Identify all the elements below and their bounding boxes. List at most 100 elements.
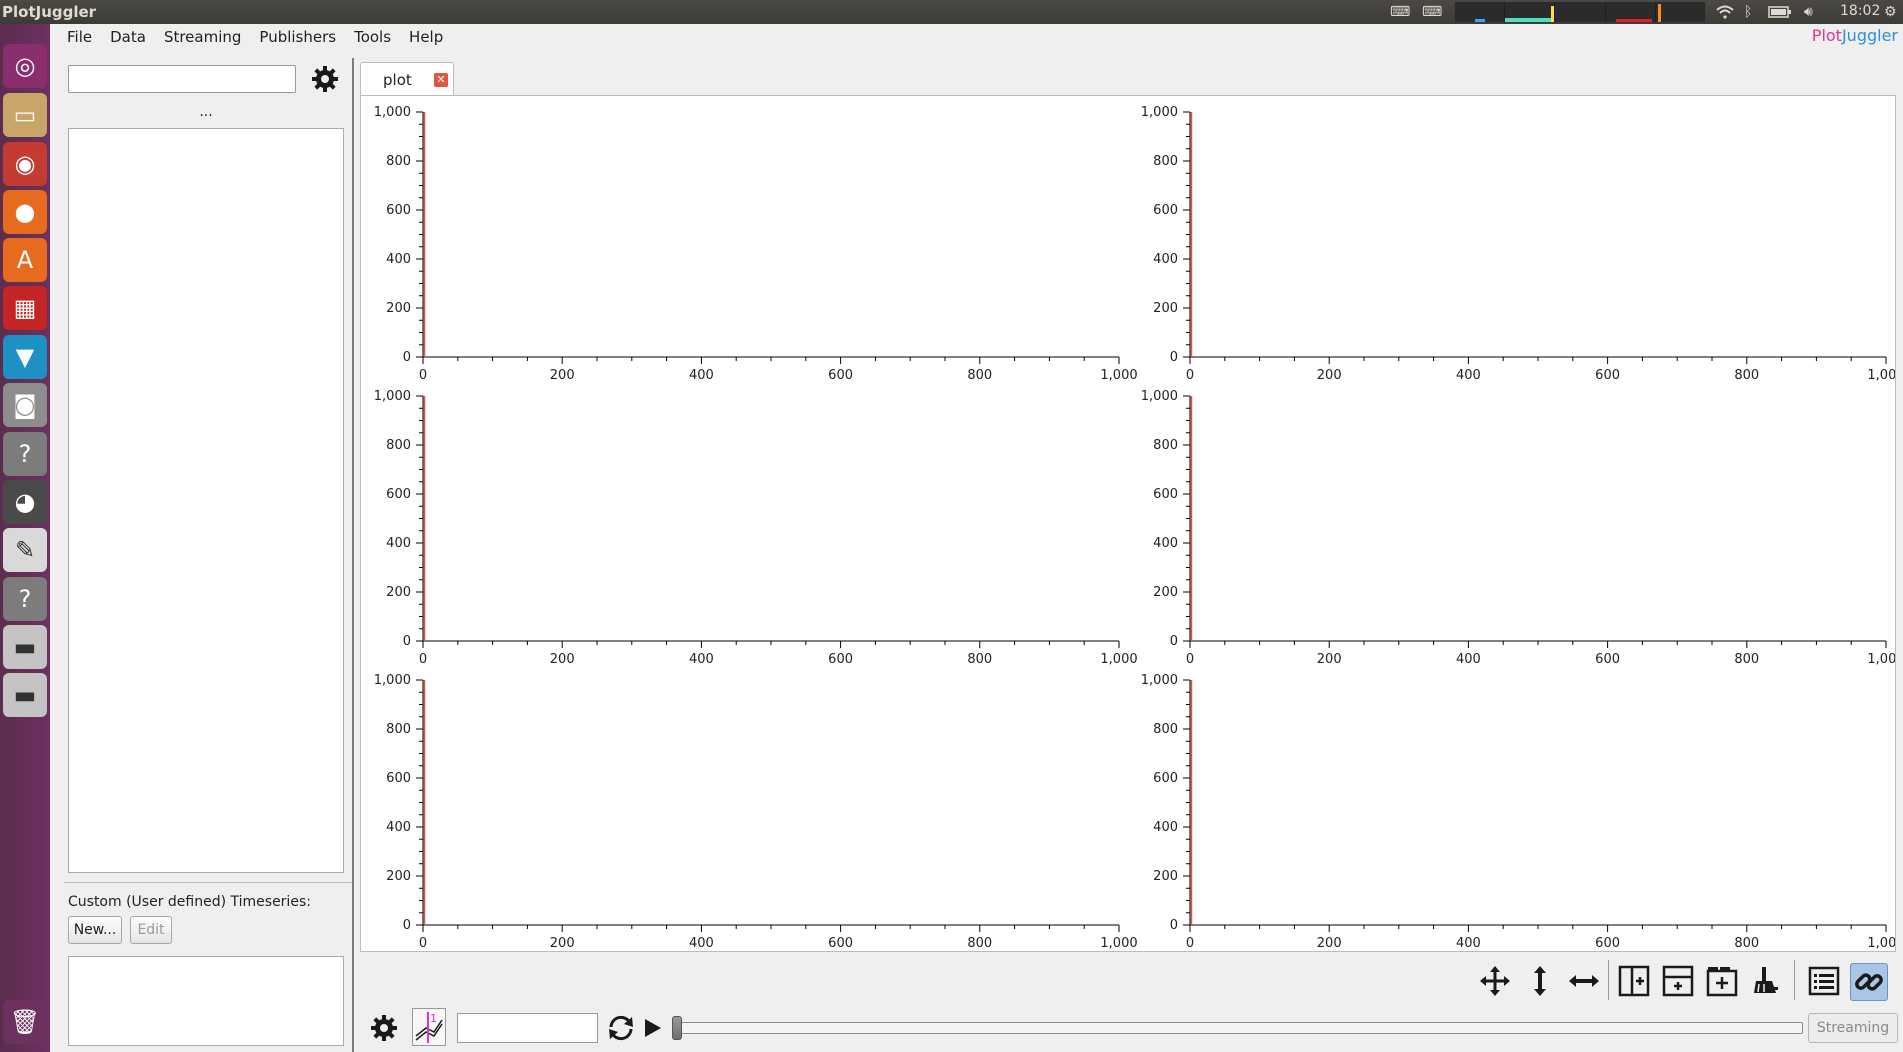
pan-icon[interactable] <box>1477 963 1513 999</box>
x-tick-label: 0 <box>419 368 427 383</box>
impress-icon[interactable]: ▦ <box>3 286 47 330</box>
add-tab-icon[interactable] <box>1704 963 1740 999</box>
x-tick-label: 400 <box>1456 936 1481 951</box>
plot-widget[interactable]: 0 200 400 600 800 1,000 0 200 400 600 800 1,000 <box>374 673 1138 951</box>
plots-grid[interactable]: 0 200 400 600 800 1,000 0 200 400 600 800 1,000 0 200… <box>361 96 1895 951</box>
x-tick-label: 600 <box>1595 652 1620 667</box>
menu-streaming[interactable]: Streaming <box>155 28 250 46</box>
plot-widget[interactable]: 0 200 400 600 800 1,000 0 200 400 600 800 1,000 <box>374 389 1138 667</box>
time-offset-input[interactable] <box>457 1013 598 1043</box>
time-reference-icon[interactable]: 1 <box>412 1008 446 1046</box>
svg-text:1: 1 <box>430 1012 437 1025</box>
legend-list-icon[interactable] <box>1806 963 1842 999</box>
drive-icon[interactable]: ▬ <box>3 673 47 717</box>
x-tick-label: 1,000 <box>1100 368 1137 383</box>
streaming-button[interactable]: Streaming <box>1808 1013 1898 1043</box>
play-icon[interactable] <box>634 1010 670 1046</box>
custom-timeseries-list[interactable] <box>68 956 344 1046</box>
y-tick-label: 1,000 <box>374 389 411 404</box>
plot-widget[interactable]: 0 200 400 600 800 1,000 0 200 400 600 800 1,000 <box>1141 673 1895 951</box>
y-tick-label: 800 <box>1153 722 1178 737</box>
bluetooth-icon[interactable]: ᛒ <box>1744 3 1752 21</box>
ubuntu-icon[interactable]: ◎ <box>3 44 47 88</box>
x-tick-label: 800 <box>1734 936 1759 951</box>
settings-gear-icon[interactable] <box>366 1010 402 1046</box>
plot-widget[interactable]: 0 200 400 600 800 1,000 0 200 400 600 800 1,000 <box>374 105 1138 383</box>
keyboard-layout-icon[interactable]: ⌨ <box>1422 3 1442 21</box>
timeseries-filter-input[interactable] <box>68 65 296 93</box>
x-tick-label: 1,000 <box>1867 652 1895 667</box>
y-tick-label: 1,000 <box>374 105 411 120</box>
menu-tools[interactable]: Tools <box>345 28 400 46</box>
x-tick-label: 800 <box>1734 652 1759 667</box>
y-tick-label: 800 <box>386 154 411 169</box>
system-monitor-graph[interactable] <box>1455 2 1706 22</box>
menu-help[interactable]: Help <box>400 28 452 46</box>
custom-timeseries-label: Custom (User defined) Timeseries: <box>68 894 311 910</box>
filter-settings-gear-icon[interactable] <box>310 64 340 94</box>
x-tick-label: 600 <box>828 368 853 383</box>
clock[interactable]: 18:02 <box>1840 3 1880 19</box>
x-tick-label: 0 <box>419 652 427 667</box>
edit-custom-timeseries-button[interactable]: Edit <box>130 916 172 944</box>
split-vertical-icon[interactable] <box>1616 963 1652 999</box>
menu-data[interactable]: Data <box>101 28 155 46</box>
y-tick-label: 800 <box>386 438 411 453</box>
software-center-icon[interactable]: A <box>3 238 47 282</box>
keyboard-icon[interactable]: ⌨ <box>1390 3 1410 21</box>
x-tick-label: 600 <box>1595 368 1620 383</box>
unknown-app-icon[interactable]: ? <box>3 577 47 621</box>
y-tick-label: 0 <box>1170 918 1178 933</box>
menu-bar: File Data Streaming Publishers Tools Help <box>58 24 452 50</box>
menu-file[interactable]: File <box>58 28 101 46</box>
files-icon[interactable]: ▭ <box>3 93 47 137</box>
drive-icon[interactable]: ▬ <box>3 625 47 669</box>
y-tick-label: 600 <box>1153 203 1178 218</box>
x-tick-label: 600 <box>828 652 853 667</box>
split-horizontal-icon[interactable] <box>1660 963 1696 999</box>
zoom-horizontal-icon[interactable] <box>1566 963 1602 999</box>
new-custom-timeseries-button[interactable]: New... <box>68 916 122 944</box>
y-tick-label: 1,000 <box>1141 389 1178 404</box>
unknown-app-icon[interactable]: ? <box>3 432 47 476</box>
wifi-icon[interactable] <box>1716 3 1734 21</box>
logo-text-juggler: Juggler <box>1841 26 1898 45</box>
x-tick-label: 1,000 <box>1867 936 1895 951</box>
plot-widget[interactable]: 0 200 400 600 800 1,000 0 200 400 600 800 1,000 <box>1141 105 1895 383</box>
y-tick-label: 800 <box>1153 154 1178 169</box>
panel-splitter[interactable] <box>352 58 354 1052</box>
timeseries-list[interactable] <box>68 128 344 873</box>
battery-icon[interactable] <box>1768 3 1792 21</box>
y-tick-label: 1,000 <box>374 673 411 688</box>
y-tick-label: 600 <box>386 203 411 218</box>
time-slider[interactable] <box>672 1022 1803 1034</box>
y-tick-label: 0 <box>403 350 411 365</box>
link-axes-icon[interactable] <box>1850 963 1888 1001</box>
zoom-vertical-icon[interactable] <box>1522 963 1558 999</box>
settings-gear-icon[interactable]: ⚙ <box>1884 3 1897 21</box>
close-tab-icon[interactable]: ✕ <box>434 73 448 87</box>
y-tick-label: 600 <box>1153 487 1178 502</box>
tab-plot[interactable]: plot ✕ <box>360 62 454 96</box>
y-tick-label: 1,000 <box>1141 673 1178 688</box>
time-slider-handle[interactable] <box>672 1016 682 1040</box>
trash-icon[interactable]: 🗑︎ <box>3 1000 47 1044</box>
menu-publishers[interactable]: Publishers <box>250 28 345 46</box>
y-tick-label: 200 <box>386 301 411 316</box>
divider <box>64 882 352 883</box>
volume-icon[interactable]: 🔊︎ <box>1804 3 1813 21</box>
eye-icon[interactable]: ◕ <box>3 480 47 524</box>
plot-area[interactable]: 0 200 400 600 800 1,000 0 200 400 600 800 1,000 0 200… <box>360 95 1896 952</box>
dvd-icon[interactable]: ◉ <box>3 142 47 186</box>
rviz-icon[interactable]: ▼ <box>3 335 47 379</box>
y-tick-label: 400 <box>1153 252 1178 267</box>
camera-icon[interactable]: ◙ <box>3 383 47 427</box>
x-tick-label: 400 <box>689 936 714 951</box>
x-tick-label: 800 <box>967 368 992 383</box>
x-tick-label: 400 <box>1456 368 1481 383</box>
firefox-icon[interactable]: ● <box>3 190 47 234</box>
clear-plots-broom-icon[interactable] <box>1748 963 1784 999</box>
text-editor-icon[interactable]: ✎ <box>3 528 47 572</box>
x-tick-label: 600 <box>828 936 853 951</box>
plot-widget[interactable]: 0 200 400 600 800 1,000 0 200 400 600 800 1,000 <box>1141 389 1895 667</box>
